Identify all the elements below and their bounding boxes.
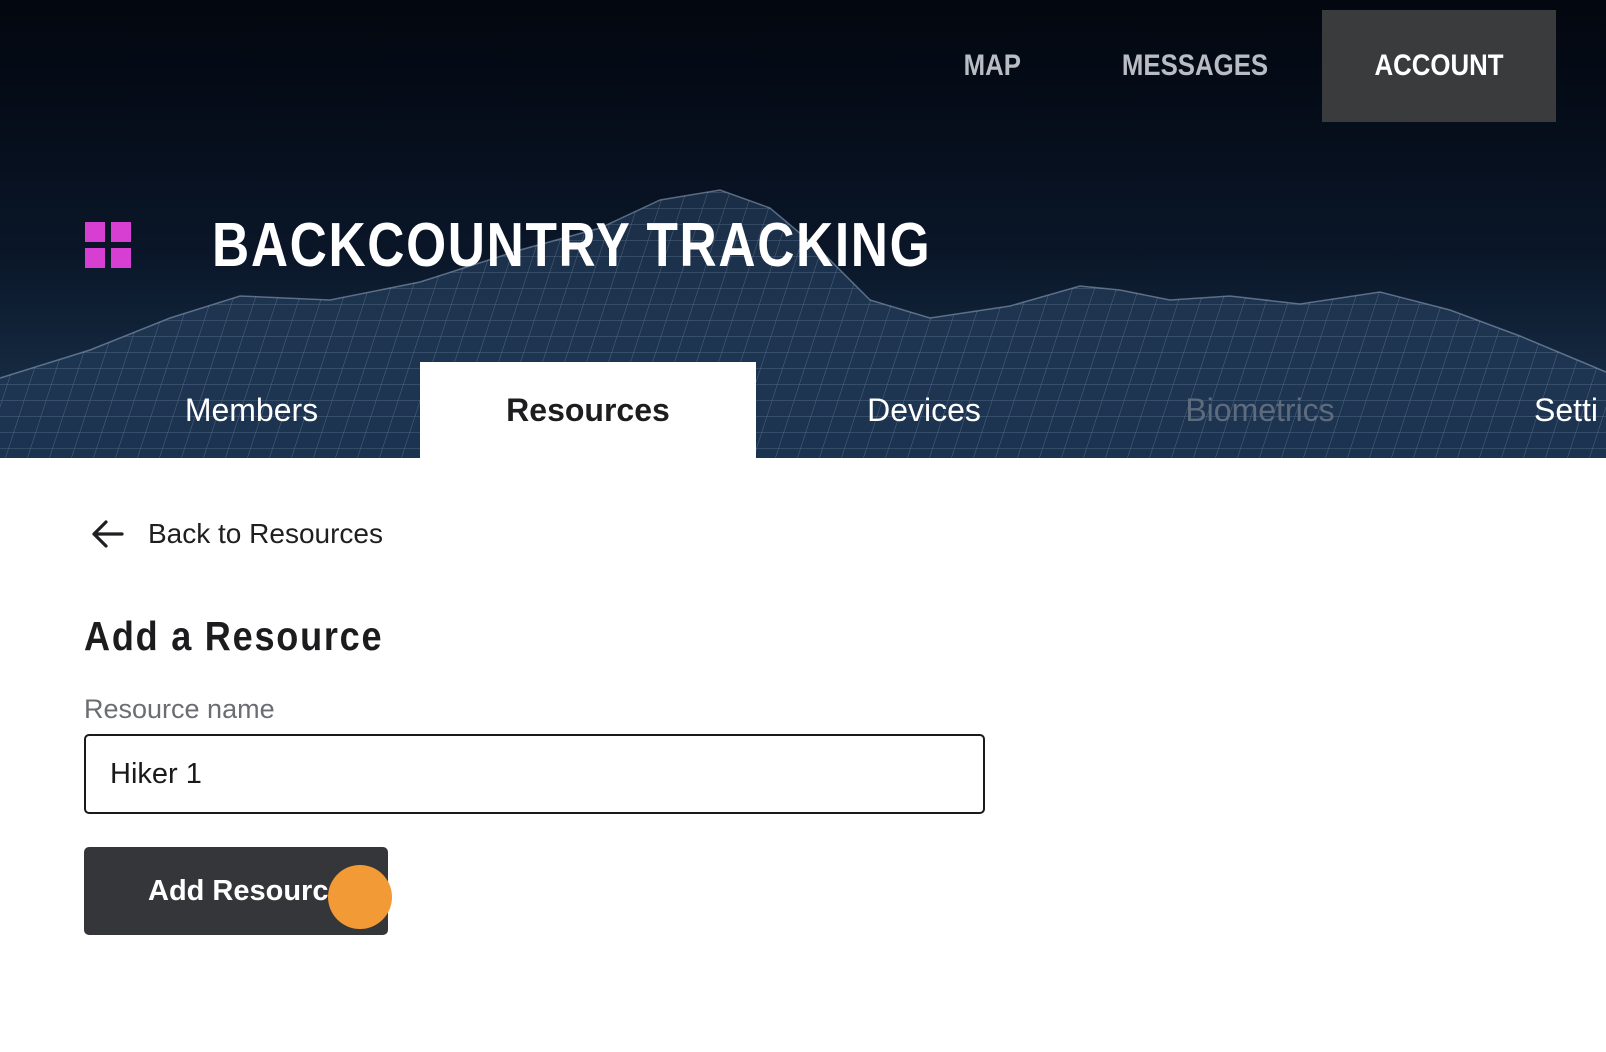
tab-settings[interactable]: Setti [1534,362,1606,458]
tab-members[interactable]: Members [110,362,393,458]
nav-account[interactable]: ACCOUNT [1322,10,1556,122]
back-link-label: Back to Resources [148,518,383,549]
grid-icon[interactable] [85,222,131,268]
main-content: Back to Resources Add a Resource Resourc… [0,458,1606,1052]
resource-name-label: Resource name [84,694,275,724]
brand: BACKCOUNTRY TRACKING [85,211,930,280]
tab-resources[interactable]: Resources [420,362,756,458]
resource-name-input[interactable] [84,734,985,814]
add-resource-button[interactable]: Add Resource [84,847,388,935]
nav-messages[interactable]: MESSAGES [1086,10,1304,122]
app-title: BACKCOUNTRY TRACKING [212,211,932,280]
top-navigation: MAP MESSAGES ACCOUNT [917,10,1556,122]
header-hero: MAP MESSAGES ACCOUNT BACKCOUNTRY TRACKIN… [0,0,1606,458]
page: MAP MESSAGES ACCOUNT BACKCOUNTRY TRACKIN… [0,0,1606,1052]
section-tabs: Members Resources Devices Biometrics Set… [0,362,1606,458]
nav-map[interactable]: MAP [928,10,1058,122]
arrow-left-icon [92,520,124,548]
tab-biometrics[interactable]: Biometrics [1110,362,1410,458]
back-to-resources-link[interactable]: Back to Resources [88,514,383,554]
form-title: Add a Resource [84,613,384,659]
tab-devices[interactable]: Devices [780,362,1068,458]
nav-account-label: ACCOUNT [1374,49,1504,82]
